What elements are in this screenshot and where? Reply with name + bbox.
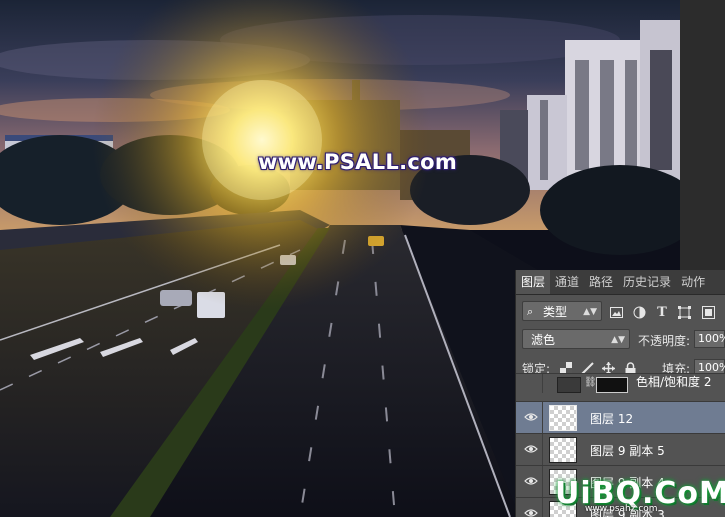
- layer-row-hue-saturation[interactable]: ⛓ 色相/饱和度 2: [516, 373, 725, 393]
- layer-name: 图层 9 副本 5: [590, 444, 665, 458]
- type-filter-icon[interactable]: T: [654, 304, 670, 320]
- layer-filter-value: 类型: [543, 305, 568, 319]
- layer-name: 图层 12: [590, 412, 634, 426]
- layer-filter-select[interactable]: ⌕ 类型 ▲▼: [522, 301, 602, 321]
- eye-icon: [524, 413, 538, 421]
- layer-name: 色相/饱和度 2: [636, 375, 712, 389]
- tab-paths[interactable]: 路径: [584, 270, 618, 294]
- blend-mode-value: 滤色: [531, 333, 556, 347]
- adjustment-layer-thumbnail: [557, 377, 581, 393]
- layer-thumbnail: [549, 405, 577, 431]
- image-filter-icon[interactable]: [608, 304, 624, 320]
- eye-icon: [524, 477, 538, 485]
- layer-filter-row: ⌕ 类型 ▲▼ T: [516, 300, 725, 324]
- chevron-updown-icon: ▲▼: [611, 335, 625, 345]
- shape-filter-icon[interactable]: [676, 304, 692, 320]
- tab-layers[interactable]: 图层: [516, 270, 551, 294]
- visibility-toggle[interactable]: [516, 434, 543, 465]
- opacity-label: 不透明度:: [638, 334, 691, 348]
- corner-logo-overlay: UiBQ.CoM www.psahz.com: [555, 476, 725, 517]
- chevron-updown-icon: ▲▼: [583, 307, 597, 317]
- opacity-input[interactable]: 100%: [694, 330, 725, 348]
- watermark-text: www.PSALL.com: [258, 150, 458, 174]
- blend-mode-select[interactable]: 滤色 ▲▼: [522, 329, 630, 349]
- eye-icon: [524, 445, 538, 453]
- canvas-edge: [680, 0, 725, 270]
- layer-mask-thumbnail: [596, 377, 628, 393]
- layer-row-layer-12[interactable]: 图层 12: [516, 401, 725, 433]
- visibility-toggle[interactable]: [516, 466, 543, 497]
- adjustment-filter-icon[interactable]: [631, 304, 647, 320]
- visibility-toggle[interactable]: [516, 498, 543, 517]
- tab-actions[interactable]: 动作: [676, 270, 710, 294]
- tab-history[interactable]: 历史记录: [618, 270, 676, 294]
- search-icon: ⌕: [527, 305, 534, 318]
- smart-object-filter-icon[interactable]: [700, 304, 716, 320]
- layer-row-layer-9-copy-5[interactable]: 图层 9 副本 5: [516, 433, 725, 465]
- visibility-toggle[interactable]: [516, 402, 543, 433]
- corner-logo-overlay-subtext: www.psahz.com: [585, 504, 658, 514]
- tab-channels[interactable]: 通道: [550, 270, 584, 294]
- eye-icon: [524, 509, 538, 517]
- link-chain-icon: ⛓: [584, 377, 597, 388]
- layer-thumbnail: [549, 437, 577, 463]
- panel-tabs: 图层 通道 路径 历史记录 动作: [516, 270, 725, 295]
- blend-row: 滤色 ▲▼ 不透明度: 100%: [516, 328, 725, 352]
- visibility-toggle[interactable]: [516, 374, 543, 393]
